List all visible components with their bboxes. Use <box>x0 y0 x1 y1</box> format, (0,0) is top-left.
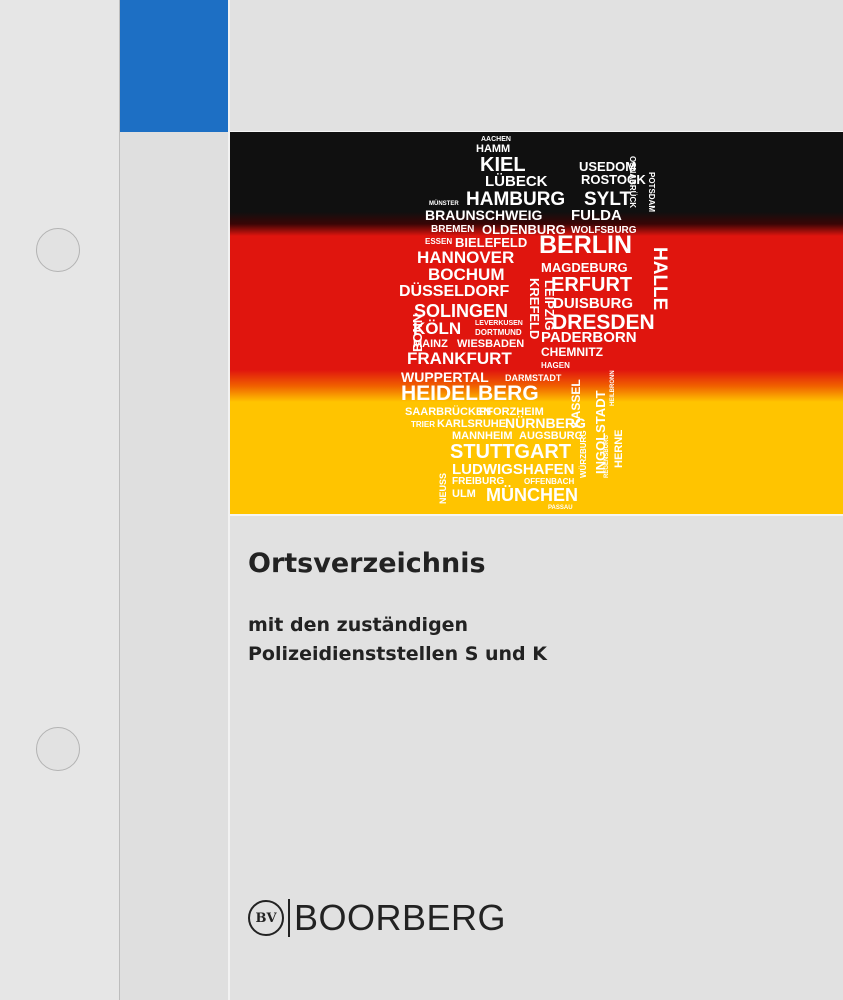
city-kiel: KIEL <box>480 154 526 176</box>
city-paderborn: PADERBORN <box>541 329 637 346</box>
city-regensburg: REGENSBURG <box>604 434 610 478</box>
city-hannover: HANNOVER <box>417 248 515 267</box>
city-herne: HERNE <box>613 429 625 468</box>
city-halle: HALLE <box>649 247 670 311</box>
city-aachen: AACHEN <box>481 136 511 143</box>
publisher-separator <box>288 899 290 937</box>
binder-ring-hole-bottom <box>36 727 80 771</box>
city-bochum: BOCHUM <box>428 265 505 284</box>
city-krefeld: KREFELD <box>527 278 542 340</box>
city-essen: ESSEN <box>425 237 453 246</box>
city-karlsruhe: KARLSRUHE <box>437 418 507 430</box>
subtitle-line-2: Polizeidienststellen S und K <box>248 643 547 665</box>
city-berlin: BERLIN <box>539 231 633 259</box>
flag-border-bottom <box>230 514 843 516</box>
city-ulm: ULM <box>452 488 476 500</box>
city-neuss: NEUSS <box>438 472 448 504</box>
city-erfurt: ERFURT <box>551 274 633 296</box>
blue-tab <box>120 0 228 132</box>
city-fulda: FULDA <box>571 207 622 224</box>
city-magdeburg: MAGDEBURG <box>541 260 628 275</box>
subtitle-line-1: mit den zuständigen <box>248 614 469 636</box>
city-braunschweig: BRAUNSCHWEIG <box>425 207 543 223</box>
book-title: Ortsverzeichnis <box>248 548 486 579</box>
city-duisburg: DUISBURG <box>553 295 634 312</box>
city-frankfurt: FRANKFURT <box>407 349 512 368</box>
city-potsdam: POTSDAM <box>647 172 656 212</box>
city-hagen: HAGEN <box>541 361 570 370</box>
binder-ring-hole-top <box>36 228 80 272</box>
city-duesseldorf: DÜSSELDORF <box>399 283 510 300</box>
binder-spine <box>0 0 119 1000</box>
city-dortmund: DORTMUND <box>475 328 522 337</box>
germany-flag-wordmap: AACHEN HAMM KIEL USEDOM ROSTOCK LÜBECK H… <box>230 132 843 514</box>
city-heidelberg: HEIDELBERG <box>401 382 539 405</box>
publisher-emblem-icon: BV <box>248 900 284 936</box>
city-leverkusen: LEVERKUSEN <box>475 320 523 327</box>
city-osnabrueck: OSNABRÜCK <box>628 156 637 208</box>
publisher-name: BOORBERG <box>294 897 507 938</box>
city-chemnitz: CHEMNITZ <box>541 345 603 359</box>
city-bremen: BREMEN <box>431 224 475 235</box>
city-koeln: KÖLN <box>413 319 462 338</box>
city-heilbronn: HEILBRONN <box>610 370 616 406</box>
publisher-logo: BV BOORBERG <box>248 897 506 939</box>
city-trier: TRIER <box>411 420 435 429</box>
city-solingen: SOLINGEN <box>414 301 509 321</box>
city-muenchen: MÜNCHEN <box>486 485 578 505</box>
city-stuttgart: STUTTGART <box>450 441 572 463</box>
city-ludwigshafen: LUDWIGSHAFEN <box>452 461 575 478</box>
book-subtitle: mit den zuständigen Polizeidienststellen… <box>248 611 547 669</box>
city-passau: PASSAU <box>548 505 573 511</box>
cover-left-panel <box>120 0 228 1000</box>
city-luebeck: LÜBECK <box>485 173 548 190</box>
city-nuernberg: NÜRNBERG <box>505 415 586 431</box>
publisher-emblem-text: BV <box>255 910 277 926</box>
